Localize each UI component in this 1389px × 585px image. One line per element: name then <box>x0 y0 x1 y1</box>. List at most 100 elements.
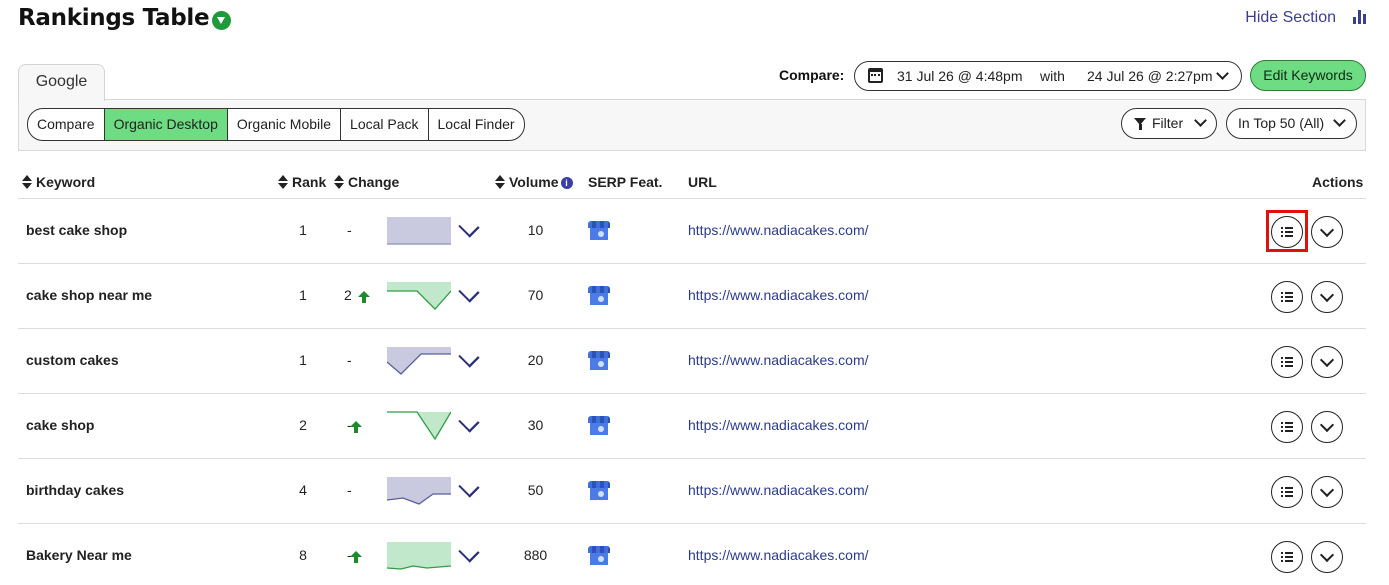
rank-cell: 1 <box>299 352 307 368</box>
column-rank-label: Rank <box>292 174 327 190</box>
calendar-icon <box>868 68 883 83</box>
sort-icon <box>334 175 344 189</box>
keyword-details-button[interactable] <box>1271 411 1303 443</box>
expand-history-chevron-icon[interactable] <box>458 216 480 238</box>
top-range-label: In Top 50 (All) <box>1238 115 1325 131</box>
view-local-pack[interactable]: Local Pack <box>341 109 429 140</box>
column-volume-label: Volume <box>509 174 559 190</box>
keyword-cell: custom cakes <box>26 352 119 368</box>
rank-cell: 1 <box>299 287 307 303</box>
expand-row-button[interactable] <box>1311 216 1343 248</box>
volume-cell: 70 <box>527 287 544 303</box>
change-value: - <box>347 482 352 498</box>
url-link[interactable]: https://www.nadiacakes.com/ <box>688 547 869 563</box>
expand-row-button[interactable] <box>1311 281 1343 313</box>
expand-history-chevron-icon[interactable] <box>458 476 480 498</box>
keyword-details-button[interactable] <box>1271 541 1303 573</box>
rank-cell: 2 <box>299 417 307 433</box>
view-organic-desktop[interactable]: Organic Desktop <box>104 109 228 140</box>
column-keyword[interactable]: Keyword <box>22 174 95 190</box>
expand-row-button[interactable] <box>1311 411 1343 443</box>
keyword-cell: Bakery Near me <box>26 547 132 563</box>
expand-history-chevron-icon[interactable] <box>458 541 480 563</box>
date-from: 31 Jul 26 @ 4:48pm <box>897 68 1023 84</box>
page-title: Rankings Table <box>18 5 210 31</box>
arrow-up-icon <box>358 291 370 303</box>
volume-cell: 880 <box>523 547 548 563</box>
column-keyword-label: Keyword <box>36 174 96 190</box>
volume-cell: 50 <box>527 482 544 498</box>
rank-sparkline <box>387 477 451 505</box>
table-row: cake shop near me 1 2 70 https://www.nad… <box>18 264 1366 329</box>
url-link[interactable]: https://www.nadiacakes.com/ <box>688 482 869 498</box>
column-volume[interactable]: Volume i <box>495 174 573 190</box>
keyword-details-button[interactable] <box>1271 346 1303 378</box>
column-actions: Actions <box>1312 174 1364 190</box>
chevron-down-icon <box>1319 352 1335 368</box>
expand-history-chevron-icon[interactable] <box>458 411 480 433</box>
store-icon <box>588 481 610 501</box>
keyword-details-button[interactable] <box>1271 476 1303 508</box>
view-organic-mobile[interactable]: Organic Mobile <box>228 109 342 140</box>
arrow-up-icon <box>350 421 362 433</box>
edit-keywords-button[interactable]: Edit Keywords <box>1250 60 1366 91</box>
chevron-down-icon <box>1319 482 1335 498</box>
sort-icon <box>495 175 505 189</box>
table-row: birthday cakes 4 - 50 https://www.nadiac… <box>18 459 1366 524</box>
list-icon <box>1281 487 1293 497</box>
top-range-dropdown[interactable]: In Top 50 (All) <box>1226 108 1357 139</box>
date-range-selector[interactable]: 31 Jul 26 @ 4:48pm with 24 Jul 26 @ 2:27… <box>854 61 1242 91</box>
store-icon <box>588 546 610 566</box>
keyword-cell: best cake shop <box>26 222 128 238</box>
view-selector: Compare Organic Desktop Organic Mobile L… <box>27 108 525 141</box>
url-link[interactable]: https://www.nadiacakes.com/ <box>688 287 869 303</box>
chevron-down-icon <box>1216 67 1229 80</box>
expand-history-chevron-icon[interactable] <box>458 281 480 303</box>
sort-icon <box>278 175 288 189</box>
list-icon <box>1281 292 1293 302</box>
info-icon[interactable]: i <box>560 177 573 189</box>
rank-cell: 1 <box>299 222 307 238</box>
column-change[interactable]: Change <box>334 174 399 190</box>
column-url: URL <box>688 174 717 190</box>
keyword-details-button[interactable] <box>1271 281 1303 313</box>
date-to: 24 Jul 26 @ 2:27pm <box>1087 68 1213 84</box>
filter-label: Filter <box>1152 115 1184 131</box>
change-value: - <box>347 352 352 368</box>
sort-icon <box>22 175 32 189</box>
store-icon <box>588 416 610 436</box>
column-rank[interactable]: Rank <box>278 174 326 190</box>
view-compare[interactable]: Compare <box>28 109 105 140</box>
volume-cell: 10 <box>527 222 544 238</box>
url-link[interactable]: https://www.nadiacakes.com/ <box>688 222 869 238</box>
url-link[interactable]: https://www.nadiacakes.com/ <box>688 352 869 368</box>
chevron-down-icon <box>1319 547 1335 563</box>
chevron-down-icon <box>1194 114 1207 127</box>
hide-section-link[interactable]: Hide Section <box>1245 9 1336 27</box>
section-toggle-icon[interactable] <box>212 11 231 30</box>
table-row: cake shop 2 - 30 https://www.nadiacakes.… <box>18 394 1366 459</box>
url-link[interactable]: https://www.nadiacakes.com/ <box>688 417 869 433</box>
list-icon <box>1281 552 1293 562</box>
volume-cell: 30 <box>527 417 544 433</box>
expand-row-button[interactable] <box>1311 476 1343 508</box>
rank-cell: 4 <box>299 482 307 498</box>
tab-google[interactable]: Google <box>18 64 105 101</box>
expand-row-button[interactable] <box>1311 541 1343 573</box>
rank-sparkline <box>387 347 451 375</box>
list-icon <box>1281 422 1293 432</box>
compare-label: Compare: <box>779 67 845 83</box>
expand-row-button[interactable] <box>1311 346 1343 378</box>
bar-chart-icon[interactable] <box>1353 10 1367 24</box>
store-icon <box>588 221 610 241</box>
arrow-up-icon <box>350 551 362 563</box>
rank-sparkline <box>387 217 451 245</box>
funnel-icon <box>1134 118 1146 130</box>
filter-button[interactable]: Filter <box>1121 108 1217 139</box>
store-icon <box>588 351 610 371</box>
chevron-down-icon <box>1319 417 1335 433</box>
view-local-finder[interactable]: Local Finder <box>429 109 524 140</box>
store-icon <box>588 286 610 306</box>
change-value: - <box>347 222 352 238</box>
expand-history-chevron-icon[interactable] <box>458 346 480 368</box>
